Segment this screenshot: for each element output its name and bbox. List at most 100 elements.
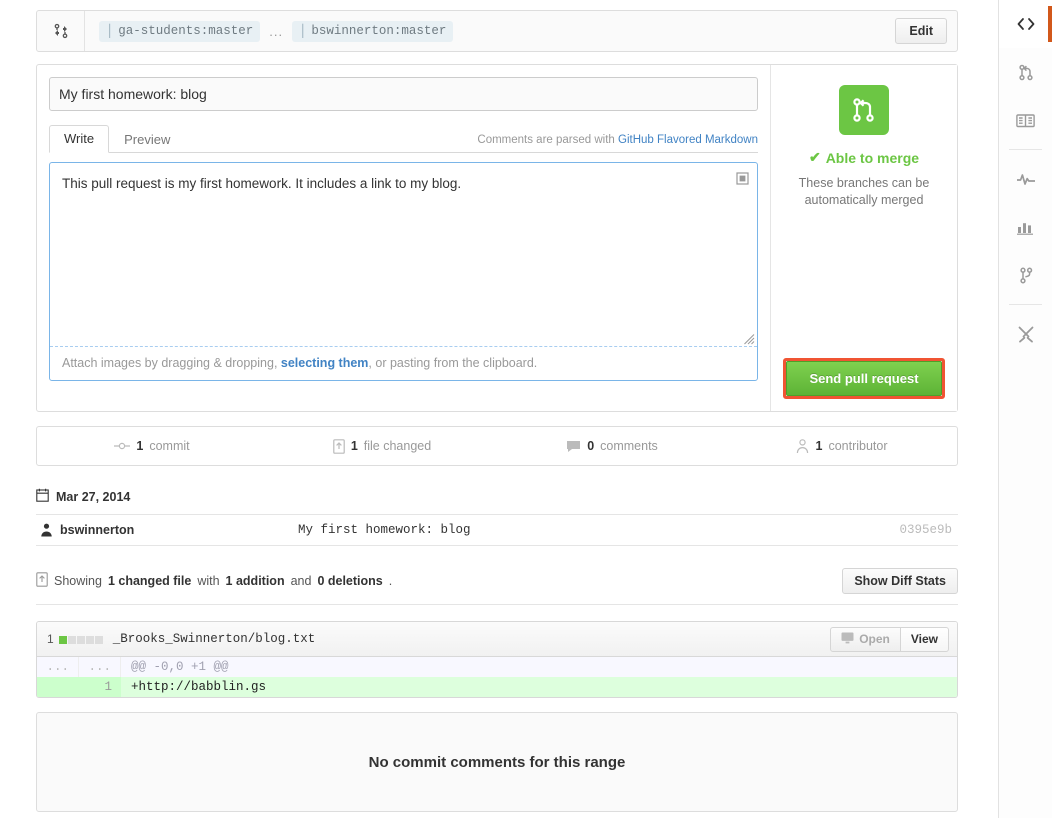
commit-icon bbox=[114, 440, 131, 452]
markdown-note: Comments are parsed with GitHub Flavored… bbox=[477, 134, 758, 152]
diffstat-count: 1 bbox=[47, 632, 54, 646]
monitor-icon bbox=[841, 632, 854, 647]
commit-message[interactable]: My first homework: blog bbox=[260, 523, 899, 537]
attach-text-prefix: Attach images by dragging & dropping, bbox=[62, 356, 281, 370]
pull-request-stats-bar: 1 commit 1 file changed 0 comments 1 con… bbox=[36, 426, 958, 466]
stat-files-label: file changed bbox=[363, 439, 432, 453]
view-file-button[interactable]: View bbox=[900, 626, 949, 652]
commit-date-header: Mar 27, 2014 bbox=[36, 488, 958, 514]
stat-files-changed[interactable]: 1 file changed bbox=[267, 438, 497, 454]
head-branch-chip[interactable]: ⎮ bswinnerton:master bbox=[292, 20, 454, 42]
commit-author-name[interactable]: bswinnerton bbox=[60, 523, 134, 537]
diffstat-blocks bbox=[58, 632, 104, 647]
select-files-link[interactable]: selecting them bbox=[281, 356, 369, 370]
diff-old-line-number: ... bbox=[37, 657, 79, 677]
merge-status-text: ✔ Able to merge bbox=[809, 149, 919, 166]
comment-icon bbox=[566, 440, 581, 453]
diff-summary-suffix: . bbox=[388, 574, 393, 588]
rail-item-network[interactable] bbox=[999, 251, 1052, 299]
diff-summary-mid: with bbox=[197, 574, 220, 588]
stat-contributors-count: 1 bbox=[815, 439, 823, 453]
commit-row[interactable]: bswinnerton My first homework: blog 0395… bbox=[36, 514, 958, 546]
file-actions: Open View bbox=[830, 626, 949, 652]
rail-item-graphs[interactable] bbox=[999, 203, 1052, 251]
stat-commits-label: commit bbox=[149, 439, 190, 453]
diff-summary-files: 1 changed file bbox=[107, 574, 192, 588]
editor-tabs: Write Preview Comments are parsed with G… bbox=[49, 125, 758, 153]
diff-code: @@ -0,0 +1 @@ bbox=[131, 660, 229, 674]
github-pull-request-page: ⎮ ga-students:master ... ⎮ bswinnerton:m… bbox=[0, 0, 1052, 818]
merge-hint-text: These branches can be automatically merg… bbox=[798, 176, 930, 207]
comment-text: This pull request is my first homework. … bbox=[62, 176, 462, 191]
calendar-icon bbox=[36, 488, 49, 505]
stat-contributors[interactable]: 1 contributor bbox=[727, 438, 957, 454]
diff-line-hunk[interactable]: ...... @@ -0,0 +1 @@ bbox=[37, 657, 957, 677]
show-diff-stats-button[interactable]: Show Diff Stats bbox=[842, 568, 958, 594]
open-file-label: Open bbox=[859, 632, 890, 646]
edit-button[interactable]: Edit bbox=[895, 18, 947, 44]
comment-editor: This pull request is my first homework. … bbox=[49, 162, 758, 381]
base-branch-chip[interactable]: ⎮ ga-students:master bbox=[99, 20, 261, 42]
stat-comments-count: 0 bbox=[587, 439, 595, 453]
commit-sha[interactable]: 0395e9b bbox=[899, 523, 952, 537]
open-file-button[interactable]: Open bbox=[830, 626, 901, 652]
compose-pull-request-panel: Write Preview Comments are parsed with G… bbox=[36, 64, 958, 412]
rail-item-pull-requests[interactable] bbox=[999, 48, 1052, 96]
branch-icon: ⎮ bbox=[106, 24, 114, 39]
diffstat: 1 bbox=[47, 632, 104, 647]
file-diff-block: 1 _Brooks_Swinnerton/blog.txt Open View … bbox=[36, 621, 958, 698]
rail-item-pulse[interactable] bbox=[999, 155, 1052, 203]
user-avatar-icon bbox=[40, 523, 53, 537]
tab-write[interactable]: Write bbox=[49, 125, 110, 153]
diff-code: +http://babblin.gs bbox=[131, 680, 267, 694]
resize-handle-icon[interactable] bbox=[742, 331, 755, 345]
diff-line-add[interactable]: 1 +http://babblin.gs bbox=[37, 677, 957, 697]
tab-preview[interactable]: Preview bbox=[109, 126, 185, 153]
contributor-icon bbox=[796, 438, 809, 454]
diffstat-block-added bbox=[58, 635, 67, 644]
file-diff-header: 1 _Brooks_Swinnerton/blog.txt Open View bbox=[37, 622, 957, 657]
commits-section: Mar 27, 2014 bswinnerton My first homewo… bbox=[36, 488, 958, 546]
merge-status-label: Able to merge bbox=[825, 149, 920, 166]
stat-files-count: 1 bbox=[350, 439, 358, 453]
commit-date-label: Mar 27, 2014 bbox=[56, 489, 131, 504]
markdown-note-text: Comments are parsed with bbox=[477, 134, 619, 146]
branch-comparison-bar: ⎮ ga-students:master ... ⎮ bswinnerton:m… bbox=[36, 10, 958, 52]
fullscreen-icon[interactable] bbox=[736, 171, 749, 191]
head-branch-label: bswinnerton:master bbox=[311, 24, 447, 38]
rail-item-code[interactable] bbox=[999, 0, 1052, 48]
diff-new-line-number: ... bbox=[79, 657, 121, 677]
branch-icon: ⎮ bbox=[299, 24, 307, 39]
diff-summary-prefix: Showing bbox=[54, 574, 102, 588]
compose-form: Write Preview Comments are parsed with G… bbox=[37, 65, 771, 411]
stat-commits[interactable]: 1 commit bbox=[37, 439, 267, 453]
check-icon: ✔ bbox=[808, 149, 821, 165]
diff-summary-row: Showing 1 changed file with 1 addition a… bbox=[36, 568, 958, 605]
diff-summary-additions: 1 addition bbox=[225, 574, 285, 588]
send-pull-request-highlight: Send pull request bbox=[783, 358, 945, 399]
attach-text-suffix: , or pasting from the clipboard. bbox=[368, 356, 538, 370]
main-content: ⎮ ga-students:master ... ⎮ bswinnerton:m… bbox=[36, 10, 958, 812]
rail-item-settings[interactable] bbox=[999, 310, 1052, 358]
markdown-help-link[interactable]: GitHub Flavored Markdown bbox=[618, 134, 758, 146]
pull-request-title-input[interactable] bbox=[49, 77, 758, 111]
send-pull-request-button[interactable]: Send pull request bbox=[786, 361, 942, 396]
comment-textarea[interactable]: This pull request is my first homework. … bbox=[50, 163, 757, 346]
diff-new-line-number: 1 bbox=[79, 677, 121, 697]
diff-summary-deletions: 0 deletions bbox=[317, 574, 383, 588]
rail-item-wiki[interactable] bbox=[999, 96, 1052, 144]
diffstat-block-empty bbox=[85, 635, 94, 644]
base-branch-label: ga-students:master bbox=[118, 24, 254, 38]
diffstat-block-empty bbox=[94, 635, 103, 644]
git-merge-icon bbox=[839, 85, 889, 135]
stat-comments-label: comments bbox=[600, 439, 658, 453]
diff-summary-and: and bbox=[290, 574, 312, 588]
stat-comments[interactable]: 0 comments bbox=[497, 439, 727, 453]
file-diff-icon bbox=[36, 572, 48, 590]
rail-separator bbox=[1009, 304, 1042, 305]
file-name[interactable]: _Brooks_Swinnerton/blog.txt bbox=[113, 632, 316, 646]
file-diff-icon bbox=[333, 438, 345, 454]
no-commit-comments-message: No commit comments for this range bbox=[36, 712, 958, 812]
stat-commits-count: 1 bbox=[136, 439, 144, 453]
diffstat-block-empty bbox=[67, 635, 76, 644]
